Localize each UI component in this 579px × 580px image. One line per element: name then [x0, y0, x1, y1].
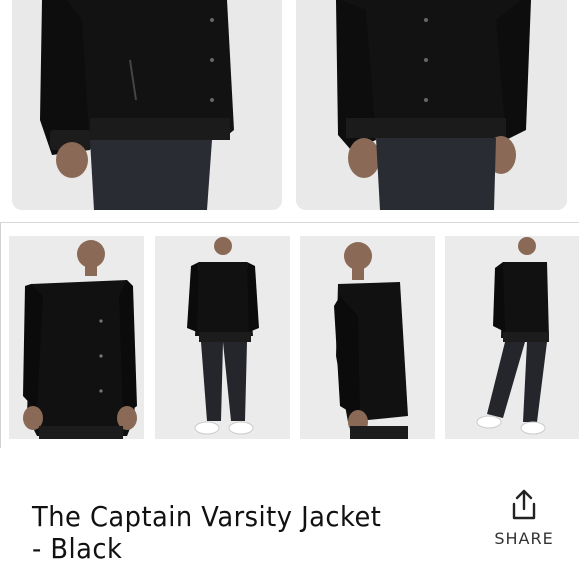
share-icon	[510, 489, 538, 521]
hero-image-front[interactable]	[12, 0, 282, 210]
thumbnail-side-view[interactable]	[300, 236, 435, 439]
share-label: SHARE	[494, 529, 554, 548]
product-title: The Captain Varsity Jacket - Black	[32, 500, 382, 565]
hero-gallery	[0, 0, 579, 222]
hero-image-side[interactable]	[296, 0, 567, 210]
thumbnail-full-body-walking[interactable]	[445, 236, 579, 439]
thumbnail-strip	[0, 223, 579, 448]
share-button[interactable]: SHARE	[494, 489, 554, 553]
thumbnail-full-body-front[interactable]	[155, 236, 290, 439]
thumbnail-front-view[interactable]	[9, 236, 144, 439]
